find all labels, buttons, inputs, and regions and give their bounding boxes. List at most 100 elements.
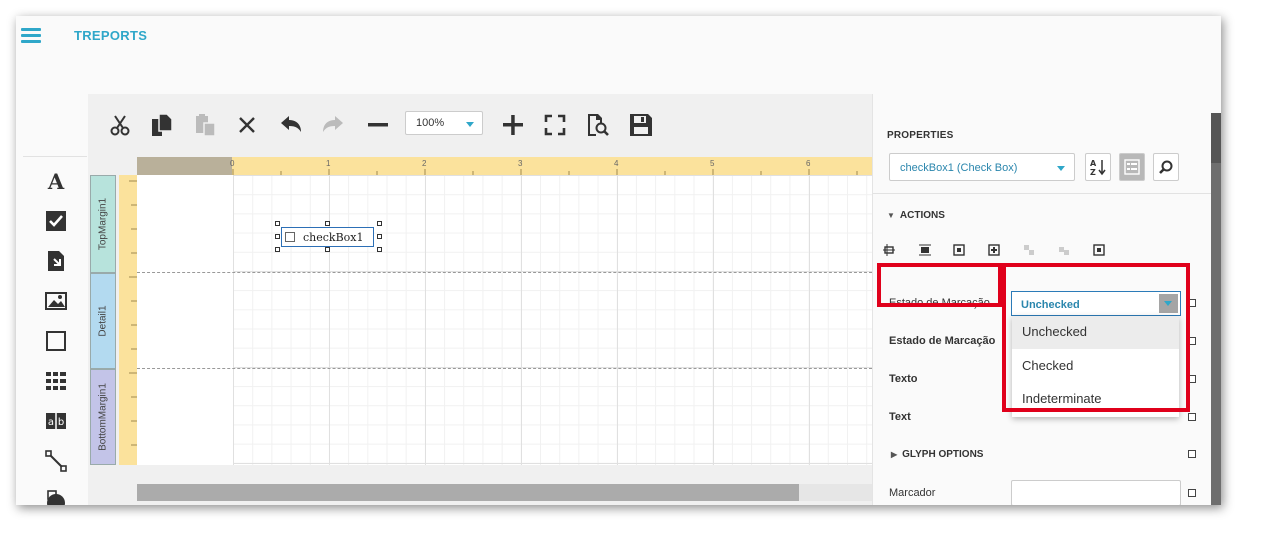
menu-icon[interactable] [21, 28, 41, 44]
undo-icon[interactable] [278, 110, 304, 140]
app-window: TREPORTS A ab 100% 0 1 2 3 4 5 6 TopMarg… [16, 16, 1221, 505]
svg-text:A: A [1090, 159, 1097, 168]
label-tool-icon[interactable]: A [45, 170, 67, 192]
resize-handle[interactable] [275, 221, 280, 226]
zoom-value: 100% [416, 117, 445, 129]
resize-handle[interactable] [325, 247, 330, 252]
glyph-options-section-label: GLYPH OPTIONS [902, 449, 984, 460]
ruler-label: 3 [518, 159, 523, 168]
sort-az-icon: AZ [1090, 159, 1106, 176]
band-label: Detail1 [97, 305, 109, 337]
ruler-label: 1 [326, 159, 331, 168]
categories-icon [1124, 159, 1140, 175]
delete-icon[interactable] [235, 110, 259, 140]
divider [873, 193, 1213, 194]
resize-handle[interactable] [325, 221, 330, 226]
band-top-margin[interactable]: TopMargin1 [90, 175, 116, 273]
align-center-action-icon[interactable] [919, 244, 931, 256]
shape-tool-icon[interactable] [45, 330, 67, 352]
properties-title: PROPERTIES [887, 130, 954, 141]
zoom-select[interactable]: 100% [405, 111, 483, 135]
scrollbar-thumb[interactable] [137, 484, 799, 501]
marcador-label: Marcador [889, 487, 936, 499]
ruler-label: 6 [806, 159, 811, 168]
checkbox-glyph-icon [285, 232, 295, 242]
save-icon[interactable] [628, 110, 654, 140]
band-label: BottomMargin1 [97, 383, 109, 451]
component-select[interactable]: checkBox1 (Check Box) [889, 153, 1075, 181]
property-marker[interactable] [1188, 413, 1196, 421]
ruler-ticks [232, 169, 858, 175]
svg-text:b: b [58, 417, 64, 428]
horizontal-scrollbar[interactable] [137, 484, 872, 501]
checkbox-control[interactable]: checkBox1 [281, 227, 374, 247]
resize-handle[interactable] [377, 221, 382, 226]
glyph-options-section-header[interactable]: ▶ GLYPH OPTIONS [891, 449, 983, 460]
band-separator [137, 368, 872, 369]
zoom-in-icon[interactable] [501, 110, 525, 140]
chevron-down-icon [1057, 166, 1065, 171]
actions-section-label: ACTIONS [899, 210, 945, 221]
property-marker[interactable] [1188, 489, 1196, 497]
marcador-input[interactable] [1011, 480, 1181, 505]
checkbox-tool-icon[interactable] [45, 210, 67, 232]
svg-text:Z: Z [1090, 168, 1096, 176]
categorized-button[interactable] [1119, 153, 1145, 181]
fit-bounds-action-icon[interactable] [988, 244, 1000, 256]
redo-icon[interactable] [320, 110, 346, 140]
band-label: TopMargin1 [97, 197, 109, 251]
sort-alphabetical-button[interactable]: AZ [1085, 153, 1111, 181]
resize-handle[interactable] [275, 234, 280, 239]
cut-icon[interactable] [108, 110, 132, 140]
zoom-out-icon[interactable] [366, 110, 390, 140]
subreport-tool-icon[interactable] [45, 250, 67, 272]
align-left-action-icon[interactable] [883, 244, 895, 256]
search-button[interactable] [1153, 153, 1179, 181]
resize-handle[interactable] [377, 234, 382, 239]
ruler-label: 5 [710, 159, 715, 168]
preview-icon[interactable] [585, 110, 611, 140]
copy-icon[interactable] [149, 110, 175, 140]
report-designer: 100% 0 1 2 3 4 5 6 TopMargin1 Detail1 Bo… [88, 94, 872, 505]
actions-section-header[interactable]: ▼ ACTIONS [887, 210, 945, 221]
caret-right-icon: ▶ [891, 450, 898, 459]
table-tool-icon[interactable] [45, 370, 67, 392]
checkbox-control-label: checkBox1 [303, 231, 364, 244]
text-label: Text [889, 411, 911, 423]
caret-down-icon: ▼ [887, 211, 895, 220]
app-title: TREPORTS [74, 28, 148, 43]
texto-label: Texto [889, 373, 918, 385]
chart-tool-icon[interactable] [45, 490, 67, 505]
toolbox: A ab [23, 94, 87, 505]
highlight-box-dropdown [1002, 263, 1190, 412]
highlight-box-label [877, 263, 1002, 307]
band-detail[interactable]: Detail1 [90, 273, 116, 369]
svg-text:a: a [48, 417, 54, 428]
property-marker[interactable] [1188, 450, 1196, 458]
paste-icon[interactable] [192, 110, 218, 140]
line-tool-icon[interactable] [45, 450, 67, 472]
ruler-label: 2 [422, 159, 427, 168]
band-bottom-margin[interactable]: BottomMargin1 [90, 369, 116, 465]
fullscreen-icon[interactable] [543, 110, 567, 140]
vertical-scrollbar[interactable] [1211, 113, 1221, 505]
svg-text:A: A [47, 170, 65, 192]
disabled-action-icon [1023, 244, 1035, 256]
character-comb-tool-icon[interactable]: ab [45, 410, 67, 432]
vertical-ruler [119, 175, 137, 465]
resize-handle[interactable] [377, 247, 382, 252]
ruler-label: 0 [230, 159, 235, 168]
align-right-action-icon[interactable] [953, 244, 965, 256]
component-select-value: checkBox1 (Check Box) [900, 162, 1018, 174]
design-grid [233, 175, 872, 465]
picture-tool-icon[interactable] [45, 290, 67, 312]
center-action-icon[interactable] [1093, 244, 1105, 256]
estado-marcacao-label: Estado de Marcação [889, 335, 996, 347]
horizontal-ruler: 0 1 2 3 4 5 6 [137, 157, 872, 175]
scrollbar-thumb[interactable] [1211, 113, 1221, 163]
band-separator [137, 272, 872, 273]
design-surface[interactable] [137, 175, 872, 465]
search-icon [1159, 160, 1173, 174]
chevron-down-icon [466, 122, 474, 127]
resize-handle[interactable] [275, 247, 280, 252]
